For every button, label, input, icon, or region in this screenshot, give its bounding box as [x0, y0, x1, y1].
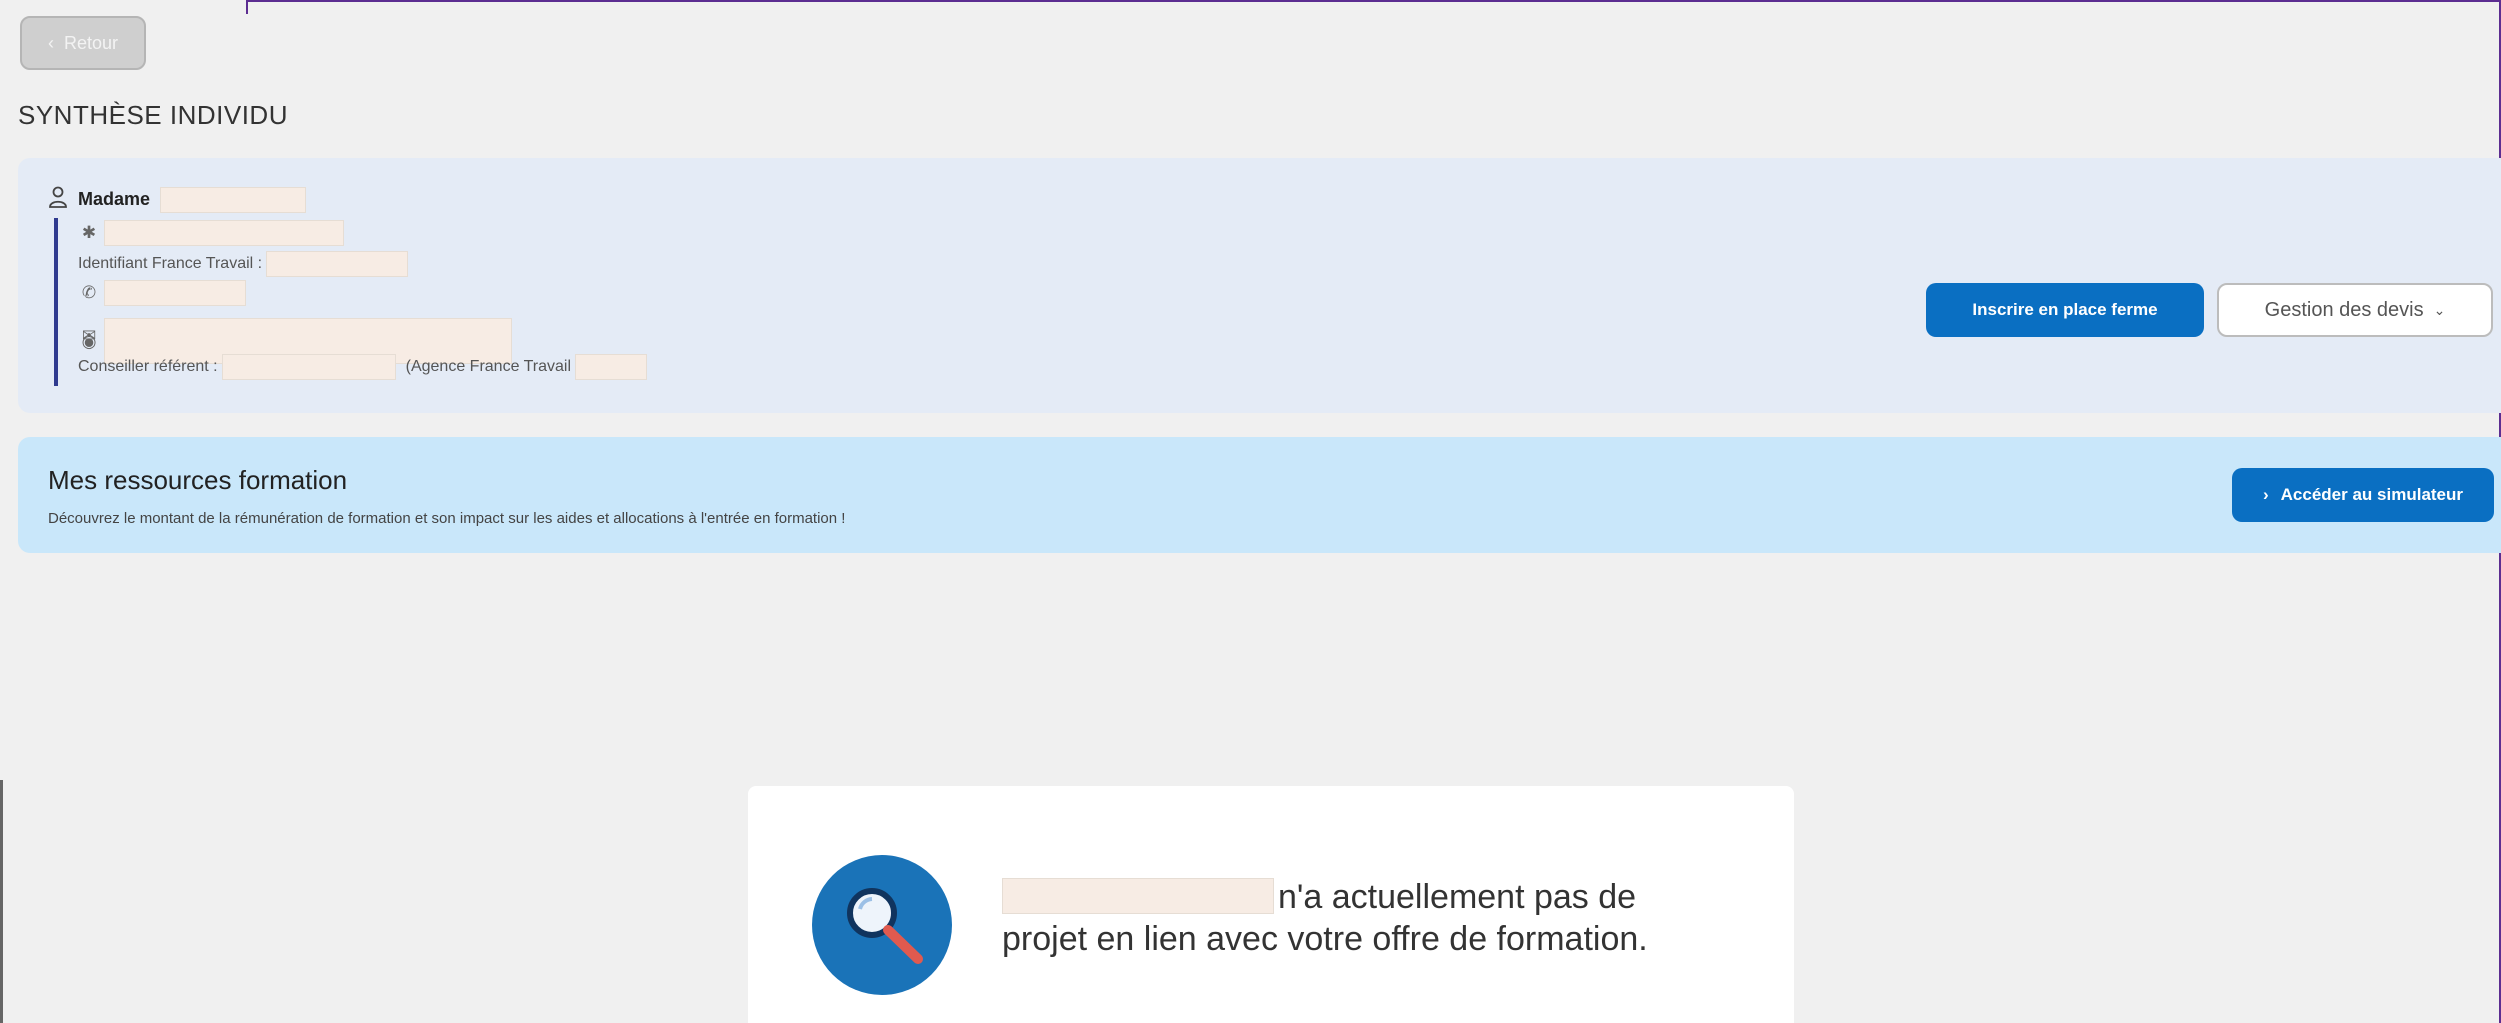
frame-border [0, 780, 3, 1023]
info-row-reference: ✱ [78, 220, 344, 246]
no-project-text-1: n'a actuellement pas de [1278, 878, 1637, 916]
open-simulator-button[interactable]: › Accéder au simulateur [2232, 468, 2494, 522]
redacted-name [1002, 878, 1274, 914]
person-header: Madame [48, 186, 307, 213]
resources-description: Découvrez le montant de la rémunération … [48, 510, 846, 527]
asterisk-icon: ✱ [81, 223, 97, 242]
frame-border [246, 0, 248, 14]
open-simulator-label: Accéder au simulateur [2280, 485, 2464, 504]
agency-label: (Agence France Travail [405, 358, 572, 375]
magnifier-icon [812, 855, 952, 995]
back-button[interactable]: ‹ Retour [20, 16, 146, 70]
resources-title: Mes ressources formation [48, 465, 348, 495]
civility-label: Madame [78, 189, 151, 209]
page-title: SYNTHÈSE INDIVIDU [18, 100, 288, 130]
phone-icon: ✆ [81, 283, 97, 302]
register-firm-place-button[interactable]: Inscrire en place ferme [1926, 283, 2204, 337]
chevron-down-icon: ⌄ [2433, 301, 2446, 318]
redacted-value [221, 354, 396, 380]
redacted-value [104, 220, 344, 246]
info-accent-bar [54, 218, 58, 386]
training-resources-banner: Mes ressources formation Découvrez le mo… [18, 437, 2501, 553]
chevron-right-icon: › [2262, 485, 2269, 504]
user-icon [48, 186, 68, 213]
no-project-card: n'a actuellement pas de projet en lien a… [748, 786, 1794, 1023]
info-row-address: ◉ [78, 332, 100, 352]
redacted-value [575, 354, 648, 380]
info-row-id: Identifiant France Travail : [78, 251, 409, 277]
advisor-label: Conseiller référent : [78, 358, 218, 375]
redacted-value [104, 280, 246, 306]
location-pin-icon: ◉ [81, 332, 97, 351]
no-project-message: n'a actuellement pas de projet en lien a… [1002, 876, 1722, 960]
redacted-value [266, 251, 409, 277]
france-travail-id-label: Identifiant France Travail : [78, 255, 263, 272]
redacted-name [160, 186, 307, 213]
info-row-phone: ✆ [78, 280, 246, 306]
quotes-management-dropdown[interactable]: Gestion des devis ⌄ [2217, 283, 2493, 337]
info-row-advisor: Conseiller référent : (Agence France Tra… [78, 354, 648, 380]
frame-border [248, 0, 2501, 2]
no-project-text-2: projet en lien avec votre offre de forma… [1002, 920, 1648, 958]
quotes-management-label: Gestion des devis [2264, 298, 2424, 321]
chevron-left-icon: ‹ [47, 32, 54, 53]
back-button-label: Retour [63, 32, 119, 53]
